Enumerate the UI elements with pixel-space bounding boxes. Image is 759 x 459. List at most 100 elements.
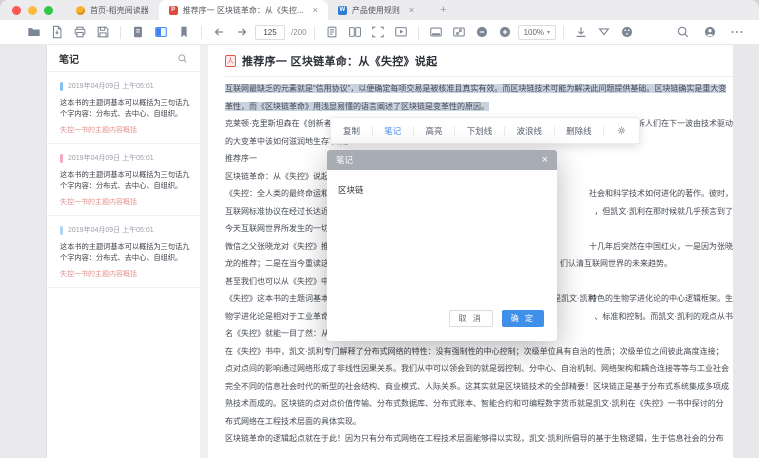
text-line-left: 在《失控》书中，凯文·凯利专门解释了分布式网络的特性：没有强制性的中心控制；次级… xyxy=(225,347,724,356)
zoom-out-button[interactable] xyxy=(472,22,492,42)
close-tab-icon[interactable]: × xyxy=(409,5,414,15)
note-item[interactable]: 2019年04月09日 上午05:01 这本书的主题词基本可以概括为三句话九个字内… xyxy=(47,216,200,288)
forward-button[interactable] xyxy=(232,22,252,42)
toolbar-divider xyxy=(413,126,414,136)
note-date: 2019年04月09日 上午05:01 xyxy=(68,81,154,91)
annotation-action-3[interactable]: 高亮 xyxy=(425,125,442,137)
theme-button[interactable] xyxy=(617,22,637,42)
note-content: 这本书的主题词基本可以概括为三句话九个字内容：分布式、去中心、自组织。 xyxy=(60,241,192,263)
toolbar-right-group xyxy=(673,22,747,42)
document-title: 推荐序一 区块链革命：从《失控》说起 xyxy=(242,53,437,69)
toolbar-divider xyxy=(504,126,505,136)
two-page-view-button[interactable] xyxy=(151,22,171,42)
text-line-right: 特色的生物学进化论的中心逻辑框架。生 xyxy=(589,290,733,308)
gear-icon xyxy=(616,125,627,136)
text-line-left: 熟技术而成的。区块链的点对点价值传输、分布式数据库、分布式账本、智能合约和可编程… xyxy=(225,399,724,408)
toolbar-divider xyxy=(454,126,455,136)
triangle-down-icon xyxy=(597,25,611,39)
toolbar-divider xyxy=(120,26,121,39)
account-button[interactable] xyxy=(700,22,720,42)
tab-label: 推荐序一 区块链革命：从《失控... xyxy=(183,5,304,16)
cancel-button[interactable]: 取 消 xyxy=(449,310,493,327)
tab-product-rules[interactable]: W 产品使用规则 × xyxy=(328,0,424,20)
export-button[interactable] xyxy=(47,22,67,42)
print-button[interactable] xyxy=(70,22,90,42)
facing-pages-button[interactable] xyxy=(345,22,365,42)
reader-logo-icon xyxy=(76,6,85,15)
note-content: 这本书的主题词基本可以概括为三句话九个字内容：分布式、去中心、自组织。 xyxy=(60,97,192,119)
single-page-icon xyxy=(131,25,145,39)
search-icon xyxy=(177,53,188,64)
zoom-in-button[interactable] xyxy=(495,22,515,42)
bottom-panel-button[interactable] xyxy=(426,22,446,42)
fullscreen-button[interactable] xyxy=(368,22,388,42)
annotation-settings-button[interactable] xyxy=(616,125,627,136)
fit-screen-icon xyxy=(371,25,385,39)
minimize-window-button[interactable] xyxy=(28,6,37,15)
tab-document-active[interactable]: P 推荐序一 区块链革命：从《失控... × xyxy=(159,0,328,20)
notes-sidebar: 笔记 2019年04月09日 上午05:01这本书的主题词基本可以概括为三句话九… xyxy=(47,45,200,458)
thumbnail-view-button[interactable] xyxy=(322,22,342,42)
two-page-icon xyxy=(154,25,168,39)
note-date: 2019年04月09日 上午05:01 xyxy=(68,153,154,163)
text-line: 革性，而《区块链革命》用浅显易懂的语言阐述了区块链是变革性的原因。 xyxy=(225,98,733,116)
double-page-icon xyxy=(348,25,362,39)
close-tab-icon[interactable]: × xyxy=(313,5,318,15)
note-date: 2019年04月09日 上午05:01 xyxy=(68,225,154,235)
toolbar-divider xyxy=(418,26,419,39)
minus-circle-icon xyxy=(475,25,489,39)
annotation-filter-button[interactable] xyxy=(594,22,614,42)
user-avatar-icon xyxy=(703,25,717,39)
annotation-action-2[interactable]: 笔记 xyxy=(384,125,401,137)
more-button[interactable] xyxy=(727,22,747,42)
close-window-button[interactable] xyxy=(12,6,21,15)
annotation-action-4[interactable]: 下划线 xyxy=(467,125,493,137)
sidebar-search-button[interactable] xyxy=(177,53,188,64)
toolbar-divider xyxy=(554,126,555,136)
single-page-view-button[interactable] xyxy=(128,22,148,42)
toolbar-divider xyxy=(372,126,373,136)
zoom-level-select[interactable]: 100% ▾ xyxy=(518,25,556,40)
tab-label: 首页-稻壳阅读器 xyxy=(90,5,149,16)
download-button[interactable] xyxy=(571,22,591,42)
annotation-action-5[interactable]: 波浪线 xyxy=(516,125,542,137)
text-line-right: 告诉人们在下一波由技术驱动 xyxy=(629,115,733,133)
search-button[interactable] xyxy=(673,22,693,42)
open-file-button[interactable] xyxy=(24,22,44,42)
note-item[interactable]: 2019年04月09日 上午05:01 这本书的主题词基本可以概括为三句话九个字内… xyxy=(47,144,200,216)
plus-circle-icon xyxy=(498,25,512,39)
back-button[interactable] xyxy=(209,22,229,42)
page-number-input[interactable] xyxy=(255,25,285,40)
note-color-marker xyxy=(60,226,63,235)
annotation-action-6[interactable]: 删除线 xyxy=(566,125,592,137)
text-line: 在《失控》书中，凯文·凯利专门解释了分布式网络的特性：没有强制性的中心控制；次级… xyxy=(225,343,733,361)
note-dialog: 笔记 × 区块链 取 消 确 定 xyxy=(327,150,557,341)
text-line-left: 革性，而《区块链革命》用浅显易懂的语言阐述了区块链是变革性的原因。 xyxy=(225,102,489,111)
text-line-right: 十几年后突然在中国红火，一是因为张晓 xyxy=(589,238,733,256)
back-arrow-icon xyxy=(212,25,226,39)
note-content: 这本书的主题词基本可以概括为三句话九个字内容：分布式、去中心、自组织。 xyxy=(60,169,192,191)
bookmark-button[interactable] xyxy=(174,22,194,42)
new-tab-button[interactable]: + xyxy=(440,4,446,16)
presentation-button[interactable] xyxy=(391,22,411,42)
note-source-tag: 失控一书的主题内容概括 xyxy=(60,269,192,279)
tab-home[interactable]: 首页-稻壳阅读器 xyxy=(66,0,159,20)
save-button[interactable] xyxy=(93,22,113,42)
note-header: 2019年04月09日 上午05:01 xyxy=(60,225,192,235)
fit-width-icon xyxy=(452,25,466,39)
toolbar-divider xyxy=(314,26,315,39)
text-line-right: 社会和科学技术如何进化的著作。彼时， xyxy=(589,185,733,203)
maximize-window-button[interactable] xyxy=(44,6,53,15)
chevron-down-icon: ▾ xyxy=(547,29,550,36)
tab-bar: 首页-稻壳阅读器 P 推荐序一 区块链革命：从《失控... × W 产品使用规则… xyxy=(0,0,759,20)
annotation-action-1[interactable]: 复制 xyxy=(343,125,360,137)
export-icon xyxy=(50,25,64,39)
note-item[interactable]: 2019年04月09日 上午05:01 这本书的主题词基本可以概括为三句话九个字内… xyxy=(47,72,200,144)
close-icon[interactable]: × xyxy=(542,155,548,166)
confirm-button[interactable]: 确 定 xyxy=(502,310,544,327)
tab-label: 产品使用规则 xyxy=(352,5,400,16)
note-input[interactable]: 区块链 xyxy=(327,170,557,310)
fit-width-button[interactable] xyxy=(449,22,469,42)
text-line-left: 互联网最缺乏的元素就是“信用协议”，以便确定每项交易是被核准且真实有效。而区块链… xyxy=(225,84,726,93)
play-box-icon xyxy=(394,25,408,39)
